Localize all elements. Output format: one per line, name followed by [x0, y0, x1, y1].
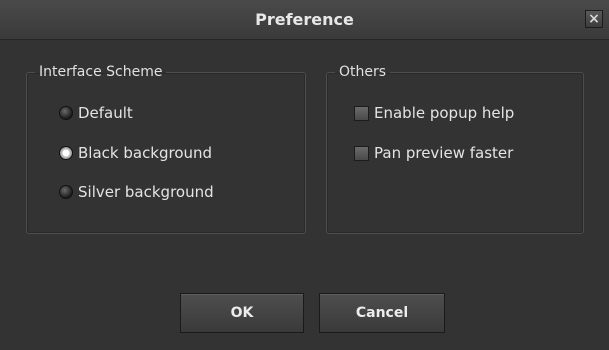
checkbox-pan-preview-faster[interactable]: Pan preview faster — [354, 142, 513, 164]
radio-unchecked-icon[interactable] — [59, 106, 73, 120]
radio-checked-icon[interactable] — [59, 146, 73, 160]
radio-default-label[interactable]: Default — [78, 104, 133, 122]
checkbox-unchecked-icon[interactable] — [354, 105, 369, 121]
checkbox-enable-popup-help[interactable]: Enable popup help — [354, 102, 514, 124]
cancel-button[interactable]: Cancel — [319, 293, 445, 333]
radio-silver-background[interactable]: Silver background — [59, 181, 214, 203]
checkbox-pan-preview-faster-label[interactable]: Pan preview faster — [374, 144, 513, 162]
ok-button[interactable]: OK — [180, 293, 304, 333]
dialog-title: Preference — [255, 10, 354, 29]
radio-unchecked-icon[interactable] — [59, 185, 73, 199]
close-icon[interactable]: × — [585, 10, 603, 28]
checkbox-enable-popup-help-label[interactable]: Enable popup help — [374, 104, 514, 122]
others-legend: Others — [339, 64, 387, 80]
radio-black-background-label[interactable]: Black background — [78, 144, 212, 162]
radio-silver-background-label[interactable]: Silver background — [78, 183, 214, 201]
title-bar[interactable]: Preference × — [0, 0, 609, 40]
interface-scheme-legend: Interface Scheme — [39, 64, 163, 80]
preference-dialog: Preference × Interface Scheme Default Bl… — [0, 0, 609, 350]
radio-default[interactable]: Default — [59, 102, 133, 124]
radio-black-background[interactable]: Black background — [59, 142, 212, 164]
checkbox-unchecked-icon[interactable] — [354, 145, 369, 161]
